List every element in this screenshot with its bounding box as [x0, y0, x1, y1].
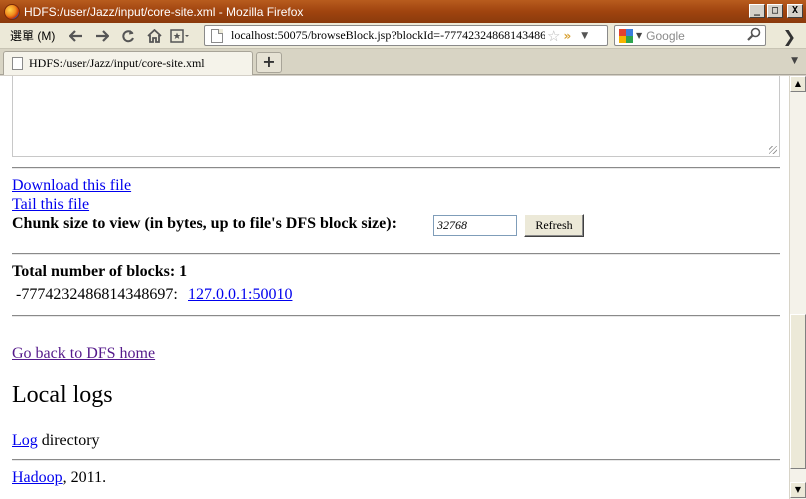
forward-icon[interactable]: [91, 25, 113, 47]
window-controls: _ □ X: [749, 4, 803, 18]
minimize-button[interactable]: _: [749, 4, 765, 18]
footer: Hadoop, 2011.: [12, 469, 106, 487]
resize-grip-icon[interactable]: [769, 146, 777, 154]
navigation-toolbar: 選單 (M) localhost:50075/browseBlock.jsp?b…: [0, 23, 806, 49]
page-icon: [211, 28, 223, 43]
window-title: HDFS:/user/Jazz/input/core-site.xml - Mo…: [24, 4, 304, 19]
history-dropdown-icon[interactable]: ▼: [581, 31, 588, 41]
scroll-up-icon[interactable]: ▲: [790, 76, 806, 92]
total-blocks-label: Total number of blocks: 1: [12, 263, 188, 280]
divider: [12, 315, 780, 317]
page-icon: [12, 57, 23, 70]
firefox-icon: [4, 3, 20, 20]
log-directory-line: Log directory: [12, 432, 100, 450]
refresh-button[interactable]: Refresh: [524, 214, 584, 237]
tab-strip: HDFS:/user/Jazz/input/core-site.xml + ▼: [0, 49, 806, 75]
search-icon[interactable]: [747, 27, 761, 44]
divider: [12, 167, 780, 169]
title-bar: HDFS:/user/Jazz/input/core-site.xml - Mo…: [0, 0, 806, 23]
vertical-scrollbar[interactable]: ▲ ▼: [789, 76, 806, 499]
footer-suffix: , 2011.: [62, 469, 107, 486]
tab-core-site[interactable]: HDFS:/user/Jazz/input/core-site.xml: [3, 51, 253, 75]
go-icon[interactable]: »: [563, 29, 571, 43]
divider: [12, 459, 780, 461]
tail-file-link[interactable]: Tail this file: [12, 196, 89, 214]
maximize-button[interactable]: □: [767, 4, 783, 18]
address-input[interactable]: localhost:50075/browseBlock.jsp?blockId=…: [231, 28, 545, 43]
tab-title: HDFS:/user/Jazz/input/core-site.xml: [29, 56, 205, 70]
reload-icon[interactable]: [117, 25, 139, 47]
search-box[interactable]: ▼ Google: [614, 25, 766, 46]
scroll-thumb[interactable]: [790, 314, 806, 469]
address-bar[interactable]: localhost:50075/browseBlock.jsp?blockId=…: [204, 25, 608, 46]
search-input[interactable]: Google: [646, 29, 747, 43]
local-logs-heading: Local logs: [12, 382, 113, 408]
scroll-down-icon[interactable]: ▼: [790, 482, 806, 498]
home-icon[interactable]: [143, 25, 165, 47]
chunk-size-label: Chunk size to view (in bytes, up to file…: [12, 215, 397, 232]
datanode-link[interactable]: 127.0.0.1:50010: [188, 286, 292, 304]
tab-list-icon[interactable]: ▼: [791, 56, 798, 66]
back-icon[interactable]: [65, 25, 87, 47]
engine-dropdown-icon[interactable]: ▼: [636, 31, 642, 40]
page-content: Download this file Tail this file Chunk …: [0, 76, 789, 499]
bookmarks-icon[interactable]: [169, 25, 191, 47]
menu-button[interactable]: 選單 (M): [10, 27, 55, 44]
hadoop-link[interactable]: Hadoop: [12, 469, 63, 486]
log-suffix: directory: [37, 432, 100, 449]
download-file-link[interactable]: Download this file: [12, 177, 131, 195]
toolbar-overflow-icon[interactable]: ❯: [783, 27, 796, 46]
log-link[interactable]: Log: [12, 432, 38, 449]
google-icon[interactable]: [619, 28, 633, 43]
new-tab-button[interactable]: +: [256, 52, 282, 73]
close-button[interactable]: X: [787, 4, 803, 18]
block-id: -7774232486814348697:: [16, 286, 178, 303]
dfs-home-link[interactable]: Go back to DFS home: [12, 345, 155, 363]
chunk-size-input[interactable]: 32768: [433, 215, 517, 236]
divider: [12, 253, 780, 255]
file-content-textarea[interactable]: [12, 76, 780, 157]
star-icon[interactable]: ☆: [547, 27, 560, 45]
